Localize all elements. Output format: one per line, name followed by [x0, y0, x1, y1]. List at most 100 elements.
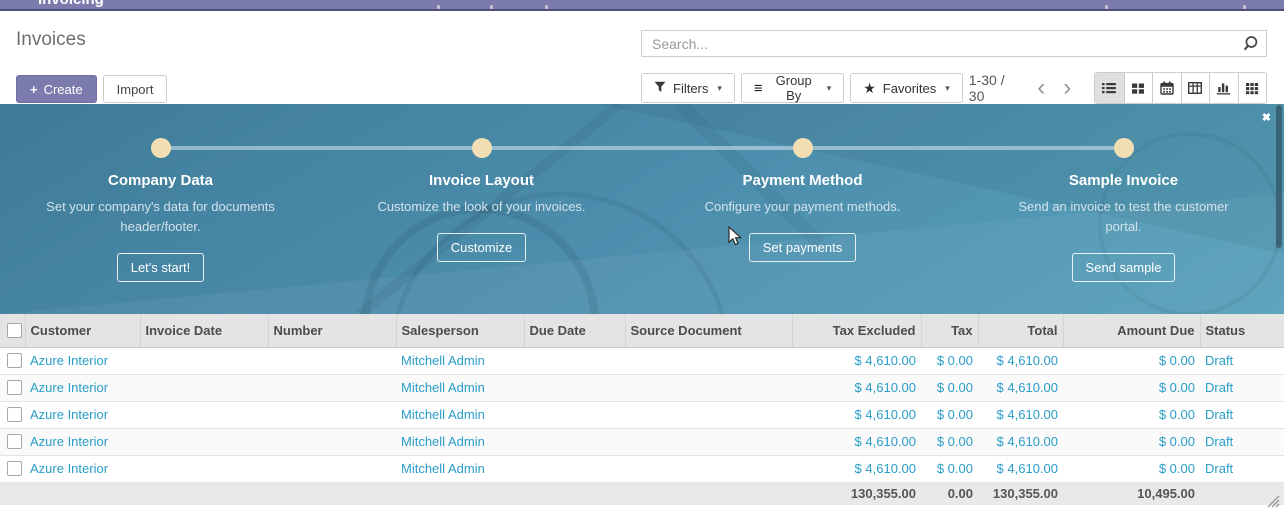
table-footer-row: 130,355.00 0.00 130,355.00 10,495.00 — [0, 482, 1284, 505]
top-navbar: Invoicing — [0, 0, 1284, 11]
step-dot-icon — [472, 138, 492, 158]
tax-excluded-cell: $ 4,610.00 — [792, 428, 921, 455]
table-row[interactable]: Azure Interior Mitchell Admin $ 4,610.00… — [0, 374, 1284, 401]
app-brand[interactable]: Invoicing — [38, 0, 104, 8]
create-button[interactable]: + Create — [16, 75, 97, 103]
col-header-tax-excluded[interactable]: Tax Excluded — [792, 314, 921, 347]
col-header-tax[interactable]: Tax — [921, 314, 978, 347]
step-company-data: Company Data Set your company's data for… — [0, 104, 321, 314]
row-checkbox[interactable] — [7, 434, 22, 449]
star-icon: ★ — [863, 81, 876, 95]
tax-cell: $ 0.00 — [921, 401, 978, 428]
status-cell: Draft — [1200, 455, 1284, 482]
customer-cell: Azure Interior — [25, 401, 140, 428]
activity-view-icon[interactable] — [1238, 73, 1266, 103]
col-header-status[interactable]: Status — [1200, 314, 1284, 347]
list-view-icon[interactable] — [1095, 73, 1123, 103]
kanban-view-icon[interactable] — [1124, 73, 1152, 103]
table-row[interactable]: Azure Interior Mitchell Admin $ 4,610.00… — [0, 455, 1284, 482]
total-cell: $ 4,610.00 — [978, 428, 1063, 455]
row-checkbox[interactable] — [7, 407, 22, 422]
plus-icon: + — [30, 82, 38, 97]
close-icon[interactable]: ✖ — [1262, 113, 1271, 124]
customer-cell: Azure Interior — [25, 428, 140, 455]
tax-excluded-cell: $ 4,610.00 — [792, 455, 921, 482]
navbar-clipped-menu-mark — [490, 5, 493, 9]
number-cell — [268, 347, 396, 374]
select-all-checkbox[interactable] — [7, 323, 22, 338]
number-cell — [268, 401, 396, 428]
col-header-customer[interactable]: Customer — [25, 314, 140, 347]
col-header-number[interactable]: Number — [268, 314, 396, 347]
due-date-cell — [524, 428, 625, 455]
filters-dropdown[interactable]: Filters ▾ — [641, 73, 735, 103]
pager-next-icon[interactable]: › — [1056, 77, 1078, 99]
col-header-invoice-date[interactable]: Invoice Date — [140, 314, 268, 347]
total-cell: $ 4,610.00 — [978, 401, 1063, 428]
col-header-salesperson[interactable]: Salesperson — [396, 314, 524, 347]
invoice-table: Customer Invoice Date Number Salesperson… — [0, 314, 1284, 505]
control-panel: Invoices + Create Import — [0, 11, 1284, 104]
col-header-amount-due[interactable]: Amount Due — [1063, 314, 1200, 347]
navbar-clipped-icon-mark — [1243, 5, 1246, 9]
calendar-view-icon[interactable] — [1152, 73, 1180, 103]
step-description: Customize the look of your invoices. — [357, 197, 607, 217]
import-button[interactable]: Import — [103, 75, 168, 103]
action-buttons: + Create Import — [16, 75, 167, 103]
number-cell — [268, 455, 396, 482]
row-checkbox[interactable] — [7, 461, 22, 476]
favorites-dropdown[interactable]: ★ Favorites ▾ — [850, 73, 963, 103]
search-icon[interactable] — [1242, 35, 1259, 58]
invoice-date-cell — [140, 401, 268, 428]
step-dot-icon — [1114, 138, 1134, 158]
scrollbar-thumb[interactable] — [1276, 105, 1282, 248]
invoicing-app: Invoicing Invoices + Create Import — [0, 0, 1284, 516]
create-button-label: Create — [44, 82, 83, 97]
table-row[interactable]: Azure Interior Mitchell Admin $ 4,610.00… — [0, 401, 1284, 428]
number-cell — [268, 374, 396, 401]
row-checkbox[interactable] — [7, 380, 22, 395]
pager-previous-icon[interactable]: ‹ — [1030, 77, 1052, 99]
lets-start-button[interactable]: Let's start! — [117, 253, 205, 282]
status-cell: Draft — [1200, 347, 1284, 374]
total-cell: $ 4,610.00 — [978, 455, 1063, 482]
onboarding-banner: Company Data Set your company's data for… — [0, 104, 1284, 314]
pivot-view-icon[interactable] — [1181, 73, 1209, 103]
tax-cell: $ 0.00 — [921, 428, 978, 455]
source-document-cell — [625, 401, 792, 428]
source-document-cell — [625, 374, 792, 401]
source-document-cell — [625, 455, 792, 482]
source-document-cell — [625, 428, 792, 455]
select-all-cell — [0, 314, 25, 347]
col-header-source-document[interactable]: Source Document — [625, 314, 792, 347]
row-select-cell — [0, 428, 25, 455]
step-sample-invoice: Sample Invoice Send an invoice to test t… — [963, 104, 1284, 314]
send-sample-button[interactable]: Send sample — [1072, 253, 1176, 282]
search-toolbar: Filters ▾ ≡ Group By ▾ ★ Favorites ▾ 1-3… — [641, 73, 1267, 103]
group-by-dropdown[interactable]: ≡ Group By ▾ — [741, 73, 844, 103]
due-date-cell — [524, 347, 625, 374]
tax-excluded-cell: $ 4,610.00 — [792, 374, 921, 401]
table-row[interactable]: Azure Interior Mitchell Admin $ 4,610.00… — [0, 428, 1284, 455]
col-header-total[interactable]: Total — [978, 314, 1063, 347]
salesperson-cell: Mitchell Admin — [396, 401, 524, 428]
number-cell — [268, 428, 396, 455]
tax-cell: $ 0.00 — [921, 374, 978, 401]
table-row[interactable]: Azure Interior Mitchell Admin $ 4,610.00… — [0, 347, 1284, 374]
customize-button[interactable]: Customize — [437, 233, 526, 262]
import-button-label: Import — [117, 82, 154, 97]
group-by-icon: ≡ — [754, 81, 763, 96]
col-header-due-date[interactable]: Due Date — [524, 314, 625, 347]
invoice-date-cell — [140, 455, 268, 482]
step-description: Send an invoice to test the customer por… — [999, 197, 1249, 237]
caret-down-icon: ▾ — [717, 83, 722, 94]
graph-view-icon[interactable] — [1209, 73, 1237, 103]
search-input[interactable] — [642, 31, 1266, 56]
row-checkbox[interactable] — [7, 353, 22, 368]
step-title: Sample Invoice — [1069, 172, 1178, 189]
footer-tax-total: 0.00 — [921, 482, 978, 505]
resize-handle[interactable] — [1264, 492, 1280, 508]
set-payments-button[interactable]: Set payments — [749, 233, 857, 262]
row-select-cell — [0, 347, 25, 374]
tax-excluded-cell: $ 4,610.00 — [792, 401, 921, 428]
